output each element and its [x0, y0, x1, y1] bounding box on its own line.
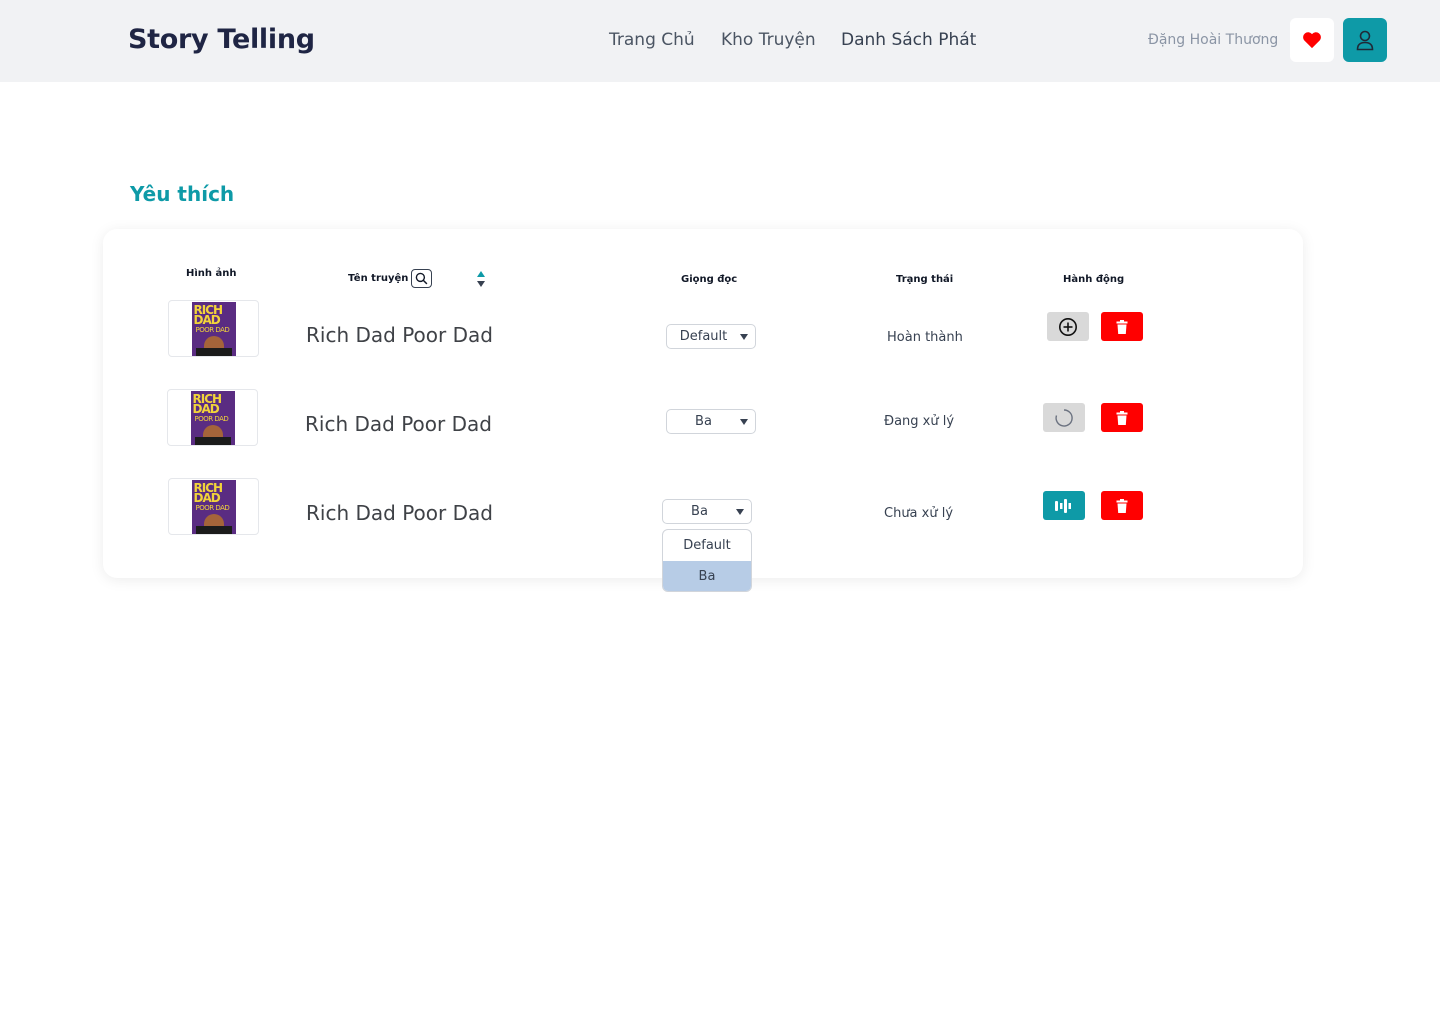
story-title[interactable]: Rich Dad Poor Dad [306, 323, 493, 347]
chevron-down-icon [740, 418, 748, 425]
header-image: Hình ảnh [186, 268, 237, 279]
brand-logo[interactable]: Story Telling [128, 24, 315, 55]
cover-title: DAD [193, 490, 221, 505]
username[interactable]: Đặng Hoài Thương [1148, 32, 1278, 48]
story-thumbnail[interactable]: RICH DAD POOR DAD [168, 300, 259, 357]
cover-subtitle: POOR DAD [194, 414, 229, 423]
header-status: Trạng thái [896, 274, 954, 285]
delete-button[interactable] [1101, 491, 1143, 520]
add-circle-icon [1059, 317, 1077, 336]
cover-portrait [195, 525, 232, 534]
heart-icon [1303, 32, 1321, 49]
spinner-icon [1055, 408, 1073, 427]
story-thumbnail[interactable]: RICH DAD POOR DAD [167, 389, 258, 446]
trash-icon [1116, 410, 1128, 425]
search-icon [415, 272, 428, 285]
book-cover-image: RICH DAD POOR DAD [190, 390, 235, 445]
voice-option-default[interactable]: Default [663, 530, 751, 561]
cover-portrait [195, 347, 232, 356]
cover-subtitle: POOR DAD [195, 503, 230, 512]
header-voice: Giọng đọc [681, 274, 738, 285]
status-text: Chưa xử lý [884, 506, 954, 521]
audio-settings-button[interactable] [1043, 491, 1085, 520]
cover-portrait [194, 436, 231, 445]
nav-playlist[interactable]: Danh Sách Phát [841, 30, 976, 50]
user-profile-button[interactable] [1343, 18, 1387, 62]
trash-icon [1116, 319, 1128, 334]
top-header: Story Telling Trang Chủ Kho Truyện Danh … [0, 0, 1440, 82]
voice-option-ba[interactable]: Ba [663, 561, 751, 591]
cover-subtitle: POOR DAD [195, 325, 230, 334]
delete-button[interactable] [1101, 403, 1143, 432]
voice-select[interactable]: Ba [666, 409, 756, 434]
chevron-down-icon [736, 508, 744, 515]
page-title: Yêu thích [130, 182, 235, 206]
story-title[interactable]: Rich Dad Poor Dad [306, 501, 493, 525]
header-story-name: Tên truyện [348, 273, 409, 284]
voice-select-value: Ba [691, 504, 708, 519]
user-icon [1356, 30, 1374, 51]
status-text: Hoàn thành [887, 330, 963, 345]
book-cover-image: RICH DAD POOR DAD [191, 479, 236, 534]
voice-select-value: Ba [695, 414, 712, 429]
voice-dropdown-menu: Default Ba [662, 529, 752, 592]
sort-toggle[interactable] [475, 270, 487, 288]
trash-icon [1116, 498, 1128, 513]
cover-title: DAD [192, 401, 220, 416]
name-search-button[interactable] [411, 269, 432, 288]
chevron-down-icon [740, 333, 748, 340]
favorites-button[interactable] [1290, 18, 1334, 62]
voice-select-open[interactable]: Ba [662, 499, 752, 524]
processing-button[interactable] [1043, 403, 1085, 432]
status-text: Đang xử lý [884, 414, 955, 429]
cover-title: DAD [193, 312, 221, 327]
voice-select[interactable]: Default [666, 324, 756, 349]
add-to-playlist-button[interactable] [1047, 312, 1089, 341]
header-action: Hành động [1063, 274, 1125, 285]
voice-select-value: Default [679, 329, 728, 344]
nav-home[interactable]: Trang Chủ [609, 30, 695, 50]
story-thumbnail[interactable]: RICH DAD POOR DAD [168, 478, 259, 535]
nav-story-library[interactable]: Kho Truyện [721, 30, 816, 50]
story-title[interactable]: Rich Dad Poor Dad [305, 412, 492, 436]
sort-icon [477, 271, 485, 287]
delete-button[interactable] [1101, 312, 1143, 341]
audio-settings-icon [1055, 498, 1071, 513]
book-cover-image: RICH DAD POOR DAD [191, 301, 236, 356]
